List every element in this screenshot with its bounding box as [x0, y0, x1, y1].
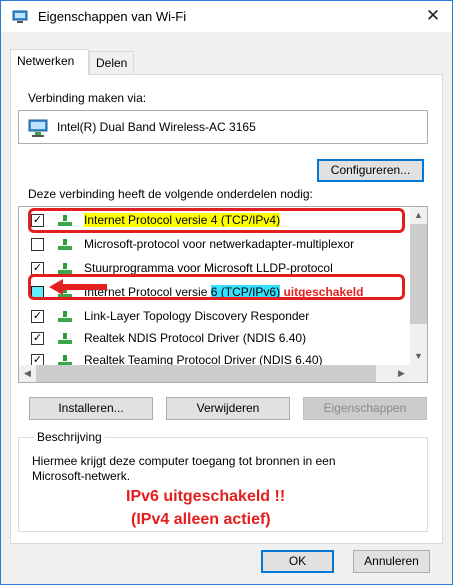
list-item-label: Microsoft-protocol voor netwerkadapter-m… — [84, 237, 355, 251]
vertical-scrollbar[interactable]: ▲ ▼ — [410, 207, 427, 365]
properties-dialog: Eigenschappen van Wi-Fi ✕ Netwerken Dele… — [0, 0, 453, 585]
ipv4-highlight-box — [28, 208, 405, 233]
adapter-field: Intel(R) Dual Band Wireless-AC 3165 — [18, 110, 428, 144]
adapter-name: Intel(R) Dual Band Wireless-AC 3165 — [57, 120, 256, 134]
list-item-label: Realtek NDIS Protocol Driver (NDIS 6.40) — [84, 331, 307, 345]
remove-button[interactable]: Verwijderen — [166, 397, 290, 420]
components-label: Deze verbinding heeft de volgende onderd… — [28, 187, 313, 201]
configure-button[interactable]: Configureren... — [317, 159, 424, 182]
horizontal-scrollbar[interactable]: ◀ ▶ — [19, 365, 427, 382]
network-adapter-icon — [28, 119, 48, 137]
tab-networking[interactable]: Netwerken — [10, 49, 89, 75]
list-item-label: Link-Layer Topology Discovery Responder — [84, 309, 310, 323]
description-legend: Beschrijving — [34, 430, 105, 444]
properties-button: Eigenschappen — [303, 397, 427, 420]
tab-label: Netwerken — [17, 54, 75, 68]
tab-label: Delen — [96, 56, 128, 70]
checkbox[interactable]: ✓ — [31, 310, 44, 323]
scroll-thumb[interactable] — [410, 224, 427, 324]
annotation-line2: (IPv4 alleen actief) — [131, 511, 271, 528]
checkbox[interactable] — [31, 238, 44, 251]
checkbox[interactable]: ✓ — [31, 332, 44, 345]
cancel-button[interactable]: Annuleren — [353, 550, 430, 573]
scroll-down-icon[interactable]: ▼ — [410, 348, 427, 365]
description-text-line2: Microsoft-netwerk. — [32, 469, 131, 483]
scroll-thumb[interactable] — [36, 365, 376, 382]
network-protocol-icon — [58, 333, 72, 344]
network-protocol-icon — [58, 311, 72, 322]
description-text-line1: Hiermee krijgt deze computer toegang tot… — [32, 454, 336, 468]
annotation-line1: IPv6 uitgeschakeld !! — [126, 488, 286, 505]
network-protocol-icon — [58, 239, 72, 250]
list-item[interactable]: ✓ Realtek NDIS Protocol Driver (NDIS 6.4… — [19, 327, 411, 349]
scroll-up-icon[interactable]: ▲ — [410, 207, 427, 224]
list-item-label: Stuurprogramma voor Microsoft LLDP-proto… — [84, 261, 333, 275]
list-item[interactable]: Microsoft-protocol voor netwerkadapter-m… — [19, 233, 411, 255]
list-item[interactable]: ✓ Link-Layer Topology Discovery Responde… — [19, 305, 411, 327]
red-arrow-icon — [49, 279, 107, 295]
install-button[interactable]: Installeren... — [29, 397, 153, 420]
scroll-left-icon[interactable]: ◀ — [19, 365, 36, 382]
close-icon: ✕ — [425, 6, 441, 25]
connect-using-label: Verbinding maken via: — [28, 91, 147, 105]
network-adapter-icon — [12, 10, 28, 23]
ok-button[interactable]: OK — [261, 550, 334, 573]
close-button[interactable]: ✕ — [422, 6, 444, 26]
window-title: Eigenschappen van Wi-Fi — [38, 9, 187, 24]
tab-sharing[interactable]: Delen — [89, 51, 134, 75]
scroll-right-icon[interactable]: ▶ — [393, 365, 410, 382]
title-bar: Eigenschappen van Wi-Fi ✕ — [1, 1, 452, 32]
